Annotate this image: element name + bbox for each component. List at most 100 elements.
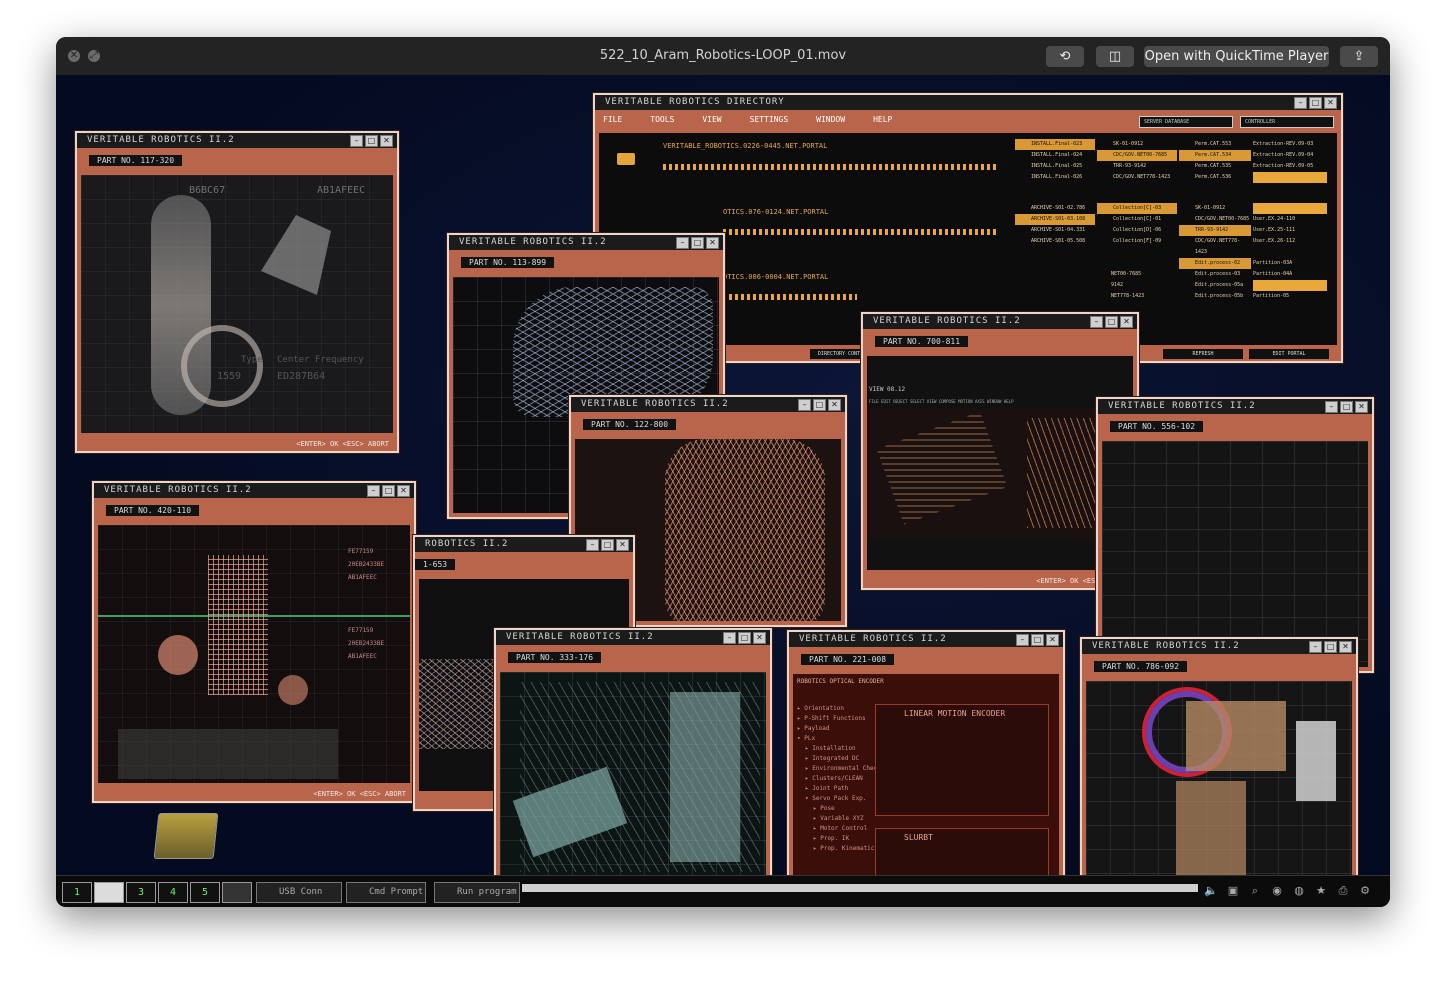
rss-icon[interactable]: ◉ bbox=[1270, 884, 1284, 898]
tree-item[interactable]: ▸ Integrated DC bbox=[797, 754, 881, 764]
view-menu[interactable]: FILE EDIT OBJECT SELECT VIEW COMPOSE MOT… bbox=[869, 399, 1014, 404]
close-window-icon[interactable]: ✕ bbox=[1046, 634, 1059, 646]
list-item[interactable]: ARCHIVE-S01-05.508 bbox=[1015, 236, 1095, 247]
robotics-window-556-102[interactable]: VERITABLE ROBOTICS II.2 – □ ✕ PART NO. 556… bbox=[1096, 397, 1374, 673]
tree-item[interactable]: ▸ P-Shift Functions bbox=[797, 714, 881, 724]
maximize-icon[interactable]: □ bbox=[601, 539, 614, 551]
maximize-icon[interactable]: □ bbox=[1031, 634, 1044, 646]
maximize-icon[interactable]: □ bbox=[382, 485, 395, 497]
workspace-1[interactable]: 1 bbox=[62, 882, 92, 903]
portal-2[interactable]: OTICS.076-0124.NET.PORTAL bbox=[723, 208, 828, 216]
drive-icon[interactable] bbox=[153, 813, 219, 859]
maximize-icon[interactable]: □ bbox=[365, 135, 378, 147]
list-item[interactable]: ARCHIVE-S01-03.108 bbox=[1015, 214, 1095, 225]
gear-icon[interactable]: ⚙ bbox=[1358, 884, 1372, 898]
list-item[interactable]: Extraction-REV.09-03 bbox=[1253, 139, 1327, 150]
list-item[interactable]: SK-01-0912 bbox=[1097, 139, 1177, 150]
run-program-button[interactable]: Run program bbox=[434, 882, 520, 903]
menu-tools[interactable]: TOOLS bbox=[650, 115, 674, 124]
list-item[interactable]: CDC/GOV.NET00-7685 bbox=[1097, 150, 1177, 161]
portal-1[interactable]: VERITABLE_ROBOTICS.0226-0445.NET.PORTAL bbox=[663, 142, 827, 150]
tree-item[interactable]: ▸ Orientation bbox=[797, 704, 881, 714]
list-item[interactable]: Collection[D]-06 bbox=[1097, 225, 1177, 236]
directory-cont-button[interactable]: DIRECTORY CONT bbox=[810, 349, 868, 359]
robotics-window-333-176[interactable]: VERITABLE ROBOTICS II.2 – □ ✕ PART NO. 333… bbox=[494, 628, 772, 906]
close-window-icon[interactable]: ✕ bbox=[1355, 401, 1368, 413]
minimize-icon[interactable]: – bbox=[586, 539, 599, 551]
robotics-window-420-110[interactable]: VERITABLE ROBOTICS II.2 – □ ✕ PART NO. 420… bbox=[92, 481, 416, 803]
list-item[interactable]: User.EX.26-112 bbox=[1253, 236, 1327, 247]
workspace-2[interactable] bbox=[94, 882, 124, 903]
list-item[interactable]: 9142 bbox=[1111, 280, 1175, 291]
list-item[interactable]: CDC/GOV.NET00-7685 bbox=[1179, 214, 1251, 225]
list-item[interactable]: Collection[C]-03 bbox=[1097, 203, 1177, 214]
tree-item[interactable]: ▸ Motor Control bbox=[797, 824, 881, 834]
usb-conn-button[interactable]: USB Conn bbox=[256, 882, 342, 903]
close-window-icon[interactable]: ✕ bbox=[1339, 641, 1352, 653]
tree-item[interactable]: ▸ Joint Path bbox=[797, 784, 881, 794]
minimize-icon[interactable]: – bbox=[367, 485, 380, 497]
list-item[interactable]: CDC/GOV.NET778-1423 bbox=[1179, 236, 1251, 258]
list-item[interactable]: Partition-05 bbox=[1253, 291, 1327, 302]
minimize-icon[interactable]: – bbox=[1016, 634, 1029, 646]
robotics-window-786-092[interactable]: VERITABLE ROBOTICS II.2 – □ ✕ PART NO. 786… bbox=[1080, 637, 1358, 907]
save-icon[interactable]: ▣ bbox=[1226, 884, 1240, 898]
list-item[interactable]: INSTALL.Final-023 bbox=[1015, 139, 1095, 150]
list-item[interactable]: INSTALL.Final-026 bbox=[1015, 172, 1095, 183]
list-item[interactable]: CDC/GOV.NET778-1423 bbox=[1097, 172, 1177, 183]
minimize-icon[interactable]: – bbox=[1294, 97, 1307, 109]
edit-portal-button[interactable]: EDIT PORTAL bbox=[1249, 349, 1329, 359]
list-item[interactable]: Perm.CAT.553 bbox=[1179, 139, 1251, 150]
refresh-button[interactable]: REFRESH bbox=[1163, 349, 1243, 359]
minimize-icon[interactable]: – bbox=[798, 399, 811, 411]
menu-window[interactable]: WINDOW bbox=[816, 115, 845, 124]
close-window-icon[interactable]: ✕ bbox=[397, 485, 410, 497]
rotate-button[interactable]: ⟲ bbox=[1046, 46, 1084, 67]
list-item[interactable]: Edit.process-03 bbox=[1179, 269, 1251, 280]
list-item[interactable]: TRR-93-9142 bbox=[1097, 161, 1177, 172]
share-button[interactable]: ⇪ bbox=[1340, 46, 1378, 67]
workspace-4[interactable]: 4 bbox=[158, 882, 188, 903]
tree-item[interactable]: ▸ Pose bbox=[797, 804, 881, 814]
tree-item[interactable]: ▸ Payload bbox=[797, 724, 881, 734]
menu-file[interactable]: FILE bbox=[603, 115, 622, 124]
menu-help[interactable]: HELP bbox=[873, 115, 892, 124]
tree-item[interactable]: ▸ Installation bbox=[797, 744, 881, 754]
list-item[interactable]: INSTALL.Final-024 bbox=[1015, 150, 1095, 161]
workspace-6[interactable] bbox=[222, 882, 252, 903]
minimize-icon[interactable]: – bbox=[723, 632, 736, 644]
close-window-icon[interactable]: ✕ bbox=[380, 135, 393, 147]
list-item[interactable]: NET00-7685 bbox=[1111, 269, 1175, 280]
tree-item[interactable]: ▸ Clusters/CLEAN bbox=[797, 774, 881, 784]
menu-settings[interactable]: SETTINGS bbox=[750, 115, 789, 124]
workspace-5[interactable]: 5 bbox=[190, 882, 220, 903]
trim-button[interactable]: ◫ bbox=[1096, 46, 1134, 67]
maximize-icon[interactable]: □ bbox=[1309, 97, 1322, 109]
window-footer[interactable]: <ENTER> OK <ESC> ABORT bbox=[296, 440, 389, 448]
search-icon[interactable]: ⌕ bbox=[1248, 884, 1262, 898]
close-window-icon[interactable]: ✕ bbox=[706, 237, 719, 249]
minimize-icon[interactable]: – bbox=[1309, 641, 1322, 653]
close-window-icon[interactable]: ✕ bbox=[1120, 316, 1133, 328]
list-item[interactable]: SK-01-0912 bbox=[1179, 203, 1251, 214]
list-item[interactable]: Perm.CAT.536 bbox=[1179, 172, 1251, 183]
list-item[interactable]: Collection[C]-01 bbox=[1097, 214, 1177, 225]
window-footer[interactable]: <ENTER> OK <ESC> ABORT bbox=[313, 790, 406, 798]
star-icon[interactable]: ★ bbox=[1314, 884, 1328, 898]
list-item[interactable]: Edit.process-02 bbox=[1179, 258, 1251, 269]
list-item[interactable]: Edit.process-05a bbox=[1179, 280, 1251, 291]
speaker-icon[interactable]: 🔈 bbox=[1204, 884, 1218, 898]
list-item[interactable]: ARCHIVE-S01-02.786 bbox=[1015, 203, 1095, 214]
control-panel[interactable] bbox=[118, 729, 338, 779]
list-item[interactable]: Perm.CAT.534 bbox=[1179, 150, 1251, 161]
maximize-icon[interactable]: □ bbox=[813, 399, 826, 411]
list-item[interactable]: Extraction-REV.09-04 bbox=[1253, 150, 1327, 161]
globe-icon[interactable]: ◍ bbox=[1292, 884, 1306, 898]
robotics-window-117-320[interactable]: VERITABLE ROBOTICS II.2 – □ ✕ PART NO. 117… bbox=[75, 131, 399, 453]
list-item[interactable]: Partition-03A bbox=[1253, 258, 1327, 269]
maximize-icon[interactable]: □ bbox=[691, 237, 704, 249]
minimize-icon[interactable]: – bbox=[350, 135, 363, 147]
list-item[interactable]: Perm.CAT.535 bbox=[1179, 161, 1251, 172]
tree-item[interactable]: ▸ Variable XYZ bbox=[797, 814, 881, 824]
list-item[interactable]: User.EX.24-110 bbox=[1253, 214, 1327, 225]
